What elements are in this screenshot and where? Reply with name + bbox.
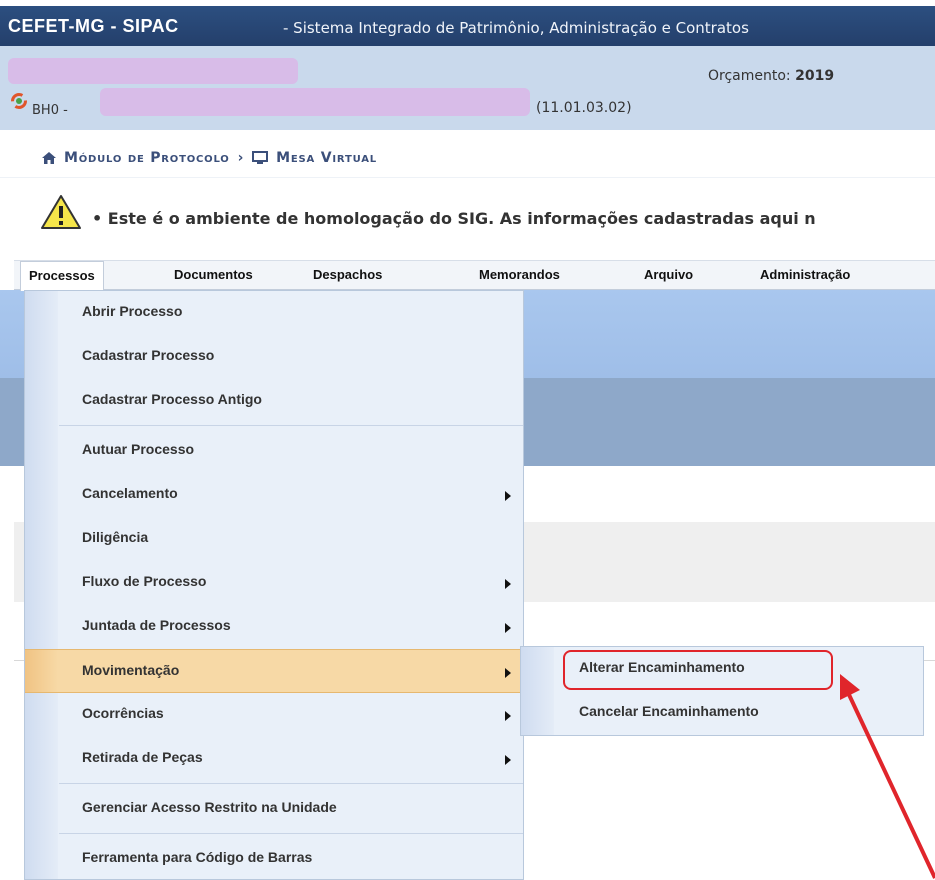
menu-ocorrencias[interactable]: Ocorrências [25,693,523,737]
submenu-arrow-icon [505,755,511,765]
submenu-arrow-icon [505,668,511,678]
monitor-icon [252,151,269,164]
menu-item-label: Retirada de Peças [82,749,203,765]
menu-cadastrar-processo[interactable]: Cadastrar Processo [25,335,523,379]
menu-separator [59,783,523,784]
menu-separator [59,833,523,834]
submenu-arrow-icon [505,623,511,633]
menu-arquivo[interactable]: Arquivo [644,261,693,289]
breadcrumb-page: Mesa Virtual [276,150,377,166]
menu-item-label: Diligência [82,529,149,545]
budget-year-value: 2019 [795,68,835,84]
menu-fluxo-de-processo[interactable]: Fluxo de Processo [25,561,523,605]
menu-despachos[interactable]: Despachos [313,261,382,289]
menu-movimentacao[interactable]: Movimentação [25,649,523,693]
homologation-warning: • Este é o ambiente de homologação do SI… [92,209,816,228]
unit-prefix: BH0 - [32,103,68,118]
menu-ferramenta-codigo-barras[interactable]: Ferramenta para Código de Barras [25,837,523,880]
menu-juntada-de-processos[interactable]: Juntada de Processos [25,605,523,649]
menu-gerenciar-acesso-restrito[interactable]: Gerenciar Acesso Restrito na Unidade [25,787,523,831]
redacted-unit-name [100,88,530,116]
menu-item-label: Cadastrar Processo [82,347,215,363]
menu-separator [59,425,523,426]
unit-code: (11.01.03.02) [536,100,632,116]
highlight-strip [25,650,58,692]
app-header-bar: CEFET-MG - SIPAC - Sistema Integrado de … [0,6,935,46]
menu-abrir-processo[interactable]: Abrir Processo [25,291,523,335]
warning-icon [41,195,81,229]
breadcrumb-module[interactable]: Módulo de Protocolo [64,150,230,166]
menu-item-label: Cadastrar Processo Antigo [82,391,262,407]
annotation-highlight-box [563,650,833,690]
submenu-arrow-icon [505,711,511,721]
redacted-user-name [8,58,298,84]
menu-autuar-processo[interactable]: Autuar Processo [25,429,523,473]
menu-processos[interactable]: Processos [20,261,104,291]
submenu-arrow-icon [505,491,511,501]
home-icon [42,152,56,164]
menu-item-label: Cancelamento [82,485,178,501]
menu-item-label: Juntada de Processos [82,617,231,633]
menu-item-label: Abrir Processo [82,303,183,319]
menu-item-label: Gerenciar Acesso Restrito na Unidade [82,799,337,815]
menu-item-label: Movimentação [82,662,180,678]
breadcrumb-separator: › [237,150,245,166]
menu-item-label: Fluxo de Processo [82,573,207,589]
submenu-item-label: Cancelar Encaminhamento [579,703,759,719]
menu-cadastrar-processo-antigo[interactable]: Cadastrar Processo Antigo [25,379,523,423]
app-subtitle: - Sistema Integrado de Patrimônio, Admin… [283,19,749,37]
menu-item-label: Autuar Processo [82,441,195,457]
processos-dropdown: Abrir Processo Cadastrar Processo Cadast… [24,290,524,880]
budget-label: Orçamento: [708,68,791,84]
menu-administracao[interactable]: Administração [760,261,850,289]
menu-item-label: Ferramenta para Código de Barras [82,849,313,865]
menu-retirada-de-pecas[interactable]: Retirada de Peças [25,737,523,781]
app-title[interactable]: CEFET-MG - SIPAC [8,16,179,37]
menu-cancelamento[interactable]: Cancelamento [25,473,523,517]
app-header: CEFET-MG - SIPAC - Sistema Integrado de … [0,0,935,46]
main-menubar: Processos Documentos Despachos Memorando… [14,260,935,291]
menu-item-label: Ocorrências [82,705,164,721]
menu-documentos[interactable]: Documentos [174,261,253,289]
submenu-arrow-icon [505,579,511,589]
annotation-arrow-icon [840,674,935,879]
user-info-bar: Orçamento: 2019 BH0 - (11.01.03.02) [0,46,935,130]
budget-year: Orçamento: 2019 [708,68,834,84]
breadcrumb: Módulo de Protocolo › Mesa Virtual [42,150,377,166]
change-unit-icon[interactable] [10,92,28,110]
menu-memorandos[interactable]: Memorandos [479,261,560,289]
menu-diligencia[interactable]: Diligência [25,517,523,561]
